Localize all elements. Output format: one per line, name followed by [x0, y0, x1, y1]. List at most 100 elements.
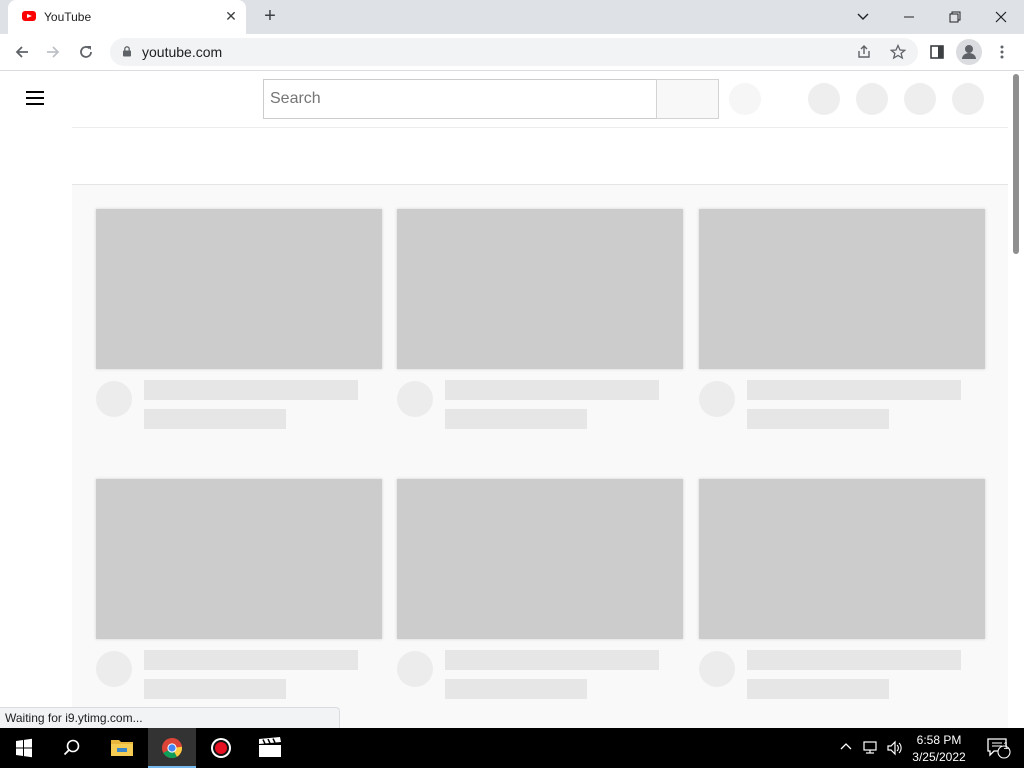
notification-count: 1	[1003, 741, 1009, 752]
voice-search-placeholder[interactable]	[729, 83, 761, 115]
search-input[interactable]	[264, 80, 656, 118]
speaker-icon	[887, 740, 902, 756]
record-icon	[211, 738, 231, 758]
restore-button[interactable]	[932, 0, 978, 34]
browser-toolbar: youtube.com	[0, 34, 1024, 71]
channel-avatar-placeholder	[699, 381, 735, 417]
title-placeholder	[445, 380, 659, 400]
tab-search-button[interactable]	[840, 0, 886, 34]
channel-avatar-placeholder	[397, 381, 433, 417]
youtube-page: Waiting for i9.ytimg.com...	[0, 72, 1024, 728]
clock-time[interactable]: 6:58 PM	[904, 733, 974, 747]
restore-icon	[949, 11, 961, 23]
back-button[interactable]	[9, 39, 35, 65]
metadata-placeholder	[747, 409, 889, 429]
header-button-placeholder[interactable]	[808, 83, 840, 115]
video-card-skeleton[interactable]	[96, 209, 382, 439]
lock-icon[interactable]	[122, 46, 132, 57]
address-bar[interactable]: youtube.com	[110, 38, 918, 66]
thumbnail-placeholder[interactable]	[699, 479, 985, 639]
channel-avatar-placeholder	[96, 381, 132, 417]
tab-title: YouTube	[44, 10, 92, 24]
back-arrow-icon	[15, 46, 28, 58]
channel-avatar-placeholder	[699, 651, 735, 687]
kebab-menu-icon	[1000, 45, 1004, 59]
video-card-skeleton[interactable]	[96, 479, 382, 709]
header-button-placeholder[interactable]	[856, 83, 888, 115]
metadata-placeholder	[445, 409, 587, 429]
clapperboard-icon	[259, 737, 281, 757]
chevron-up-icon	[840, 743, 852, 750]
new-tab-button[interactable]: +	[258, 5, 282, 29]
bookmark-star-icon[interactable]	[890, 44, 906, 60]
network-icon	[863, 741, 877, 754]
windows-taskbar: 6:58 PM 3/25/2022 1	[0, 728, 1024, 768]
notifications-button[interactable]: 1	[978, 728, 1018, 768]
url-text[interactable]: youtube.com	[142, 44, 222, 60]
thumbnail-placeholder[interactable]	[96, 479, 382, 639]
channel-avatar-placeholder	[397, 651, 433, 687]
title-placeholder	[747, 380, 961, 400]
metadata-placeholder	[747, 679, 889, 699]
metadata-placeholder	[144, 409, 286, 429]
side-panel-icon	[930, 45, 944, 59]
chevron-down-icon	[857, 13, 869, 20]
search-icon	[63, 739, 80, 756]
taskbar-recorder[interactable]	[197, 728, 245, 768]
show-hidden-icons-button[interactable]	[836, 728, 856, 768]
video-card-skeleton[interactable]	[397, 209, 683, 439]
title-placeholder	[144, 650, 358, 670]
close-icon	[995, 11, 1007, 23]
minimize-icon	[904, 16, 914, 18]
thumbnail-placeholder[interactable]	[96, 209, 382, 369]
search-box[interactable]	[263, 79, 656, 119]
profile-avatar-button[interactable]	[956, 39, 982, 65]
folder-icon	[111, 740, 133, 756]
chrome-icon	[162, 738, 183, 759]
metadata-placeholder	[144, 679, 286, 699]
taskbar-chrome[interactable]	[148, 728, 196, 768]
status-bubble: Waiting for i9.ytimg.com...	[0, 707, 340, 728]
video-grid	[72, 185, 1008, 728]
video-card-skeleton[interactable]	[699, 479, 985, 709]
hamburger-icon	[26, 91, 44, 93]
youtube-favicon-icon	[22, 11, 36, 21]
taskbar-video-editor[interactable]	[246, 728, 294, 768]
volume-tray-button[interactable]	[884, 728, 906, 768]
channel-avatar-placeholder	[96, 651, 132, 687]
clock-date[interactable]: 3/25/2022	[904, 750, 974, 764]
metadata-placeholder	[445, 679, 587, 699]
start-button[interactable]	[0, 728, 48, 768]
hamburger-icon-bar	[26, 97, 44, 99]
close-window-button[interactable]	[978, 0, 1024, 34]
browser-menu-button[interactable]	[989, 39, 1015, 65]
title-placeholder	[445, 650, 659, 670]
share-icon[interactable]	[856, 44, 872, 60]
network-tray-button[interactable]	[860, 728, 882, 768]
forward-button[interactable]	[40, 39, 66, 65]
page-scrollbar[interactable]	[1008, 72, 1024, 728]
taskbar-file-explorer[interactable]	[98, 728, 146, 768]
thumbnail-placeholder[interactable]	[699, 209, 985, 369]
tab-youtube[interactable]: YouTube ✕	[8, 0, 246, 34]
tab-strip: YouTube ✕ +	[0, 0, 1024, 34]
windows-logo-icon	[16, 738, 32, 758]
thumbnail-placeholder[interactable]	[397, 209, 683, 369]
side-panel-button[interactable]	[924, 39, 950, 65]
forward-arrow-icon	[47, 46, 60, 58]
video-card-skeleton[interactable]	[397, 479, 683, 709]
header-button-placeholder[interactable]	[904, 83, 936, 115]
thumbnail-placeholder[interactable]	[397, 479, 683, 639]
video-card-skeleton[interactable]	[699, 209, 985, 439]
scrollbar-thumb[interactable]	[1013, 74, 1019, 254]
header-button-placeholder[interactable]	[952, 83, 984, 115]
reload-icon	[80, 46, 92, 58]
minimize-button[interactable]	[886, 0, 932, 34]
hamburger-icon-bar	[26, 103, 44, 105]
tab-close-icon[interactable]: ✕	[222, 7, 240, 25]
taskbar-search-button[interactable]	[48, 728, 96, 768]
title-placeholder	[144, 380, 358, 400]
search-button[interactable]	[656, 79, 719, 119]
reload-button[interactable]	[73, 39, 99, 65]
guide-menu-button[interactable]	[26, 90, 46, 106]
